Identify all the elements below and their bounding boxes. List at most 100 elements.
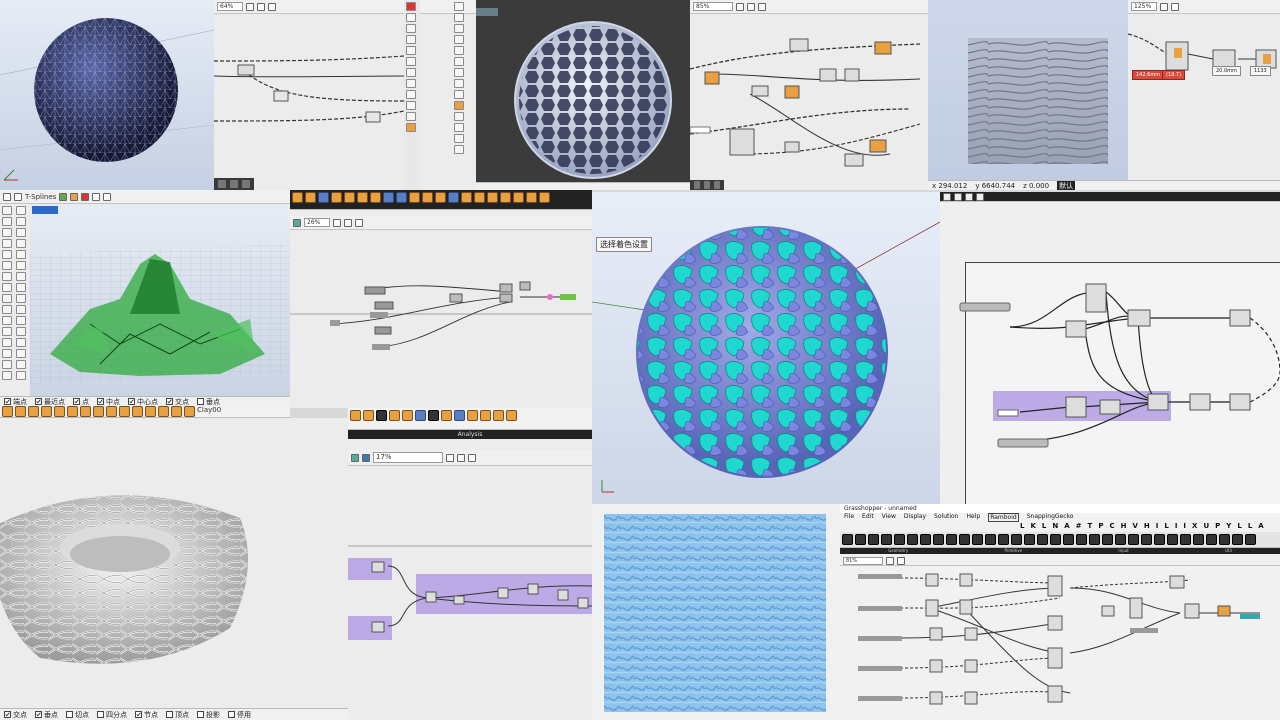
- menu-ramboid[interactable]: Ramboid: [988, 513, 1019, 522]
- pen-icon[interactable]: [268, 2, 276, 11]
- tab-letter[interactable]: Y: [1226, 522, 1231, 532]
- fit-icon[interactable]: [736, 2, 744, 11]
- osnap-near[interactable]: 最近点: [35, 397, 65, 407]
- tab-letter[interactable]: U: [1203, 522, 1209, 532]
- tab-letter[interactable]: N: [1052, 522, 1058, 532]
- menu-bar: File Edit View Display Solution Help Ram…: [840, 513, 1280, 522]
- component-ribbon: [840, 532, 1280, 548]
- viewport-label[interactable]: [32, 206, 58, 214]
- tab-letter[interactable]: X: [1192, 522, 1197, 532]
- osnap-tan[interactable]: 切点: [66, 710, 89, 720]
- collage: 64% 85% x 294.012 y 6640.744 z 0.000 默认 …: [0, 0, 1280, 720]
- grasshopper-canvas-midleft[interactable]: 26%: [290, 190, 592, 408]
- osnap-knot[interactable]: 节点: [135, 710, 158, 720]
- osnap-int[interactable]: 交点: [166, 397, 189, 407]
- tsplines-tab[interactable]: T-Splines: [25, 193, 56, 201]
- osnap-int[interactable]: 交点: [4, 710, 27, 720]
- zoom-field[interactable]: 81%: [843, 556, 883, 565]
- grasshopper-canvas-topmid[interactable]: 85%: [690, 0, 928, 190]
- fit-icon[interactable]: [246, 2, 254, 11]
- tab-letter[interactable]: L: [1020, 522, 1024, 532]
- zoom-field[interactable]: 125%: [1131, 2, 1157, 11]
- woven-bowl-viewport[interactable]: 交点 垂点 切点 四分点 节点 顶点 投影 停用: [0, 418, 348, 720]
- tab-letter[interactable]: L: [1248, 522, 1252, 532]
- tab-letter[interactable]: H: [1144, 522, 1150, 532]
- fit-icon[interactable]: [333, 218, 341, 227]
- osnap-disable[interactable]: 停用: [228, 710, 251, 720]
- grasshopper-canvas-topright[interactable]: 125% 142.6mm (19.7) 20.0mm 1133: [1128, 0, 1280, 190]
- tab-letter[interactable]: T: [1088, 522, 1093, 532]
- palette-icon[interactable]: [406, 2, 416, 11]
- tab-letter[interactable]: #: [1076, 522, 1082, 532]
- osnap-quad[interactable]: 四分点: [97, 710, 127, 720]
- osnap-perp[interactable]: 垂点: [35, 710, 58, 720]
- eye-icon[interactable]: [344, 218, 352, 227]
- zoom-field[interactable]: 26%: [304, 218, 330, 227]
- node-value-2: (19.7): [1162, 70, 1186, 80]
- tab-letter[interactable]: A: [1064, 522, 1069, 532]
- fit-icon[interactable]: [446, 453, 454, 462]
- tab-letter[interactable]: P: [1098, 522, 1103, 532]
- eye-icon[interactable]: [897, 556, 905, 565]
- zoom-field[interactable]: 64%: [217, 2, 243, 11]
- spiky-sphere-viewport[interactable]: 选择着色设置: [592, 192, 940, 504]
- osnap-center[interactable]: 中心点: [128, 397, 158, 407]
- lattice-sphere-viewport[interactable]: [0, 0, 214, 190]
- tab-letter[interactable]: H: [1121, 522, 1127, 532]
- blue-texture-render: [604, 514, 826, 712]
- eye-icon[interactable]: [747, 2, 755, 11]
- tab-letter[interactable]: L: [1164, 522, 1168, 532]
- y-coordinate: y 6640.744: [975, 181, 1016, 190]
- fit-icon[interactable]: [886, 556, 894, 565]
- menu-display[interactable]: Display: [904, 513, 926, 522]
- tab-letter[interactable]: L: [1042, 522, 1046, 532]
- eye-icon[interactable]: [1171, 2, 1179, 11]
- osnap-bar: 交点 垂点 切点 四分点 节点 顶点 投影 停用: [0, 708, 348, 720]
- clay-label[interactable]: Clay00: [197, 406, 221, 417]
- zoom-field[interactable]: 85%: [693, 2, 733, 11]
- osnap-mid[interactable]: 中点: [97, 397, 120, 407]
- eye-icon[interactable]: [257, 2, 265, 11]
- tab-letter[interactable]: L: [1237, 522, 1241, 532]
- osnap-end[interactable]: 端点: [4, 397, 27, 407]
- menu-file[interactable]: File: [844, 513, 854, 522]
- grasshopper-canvas-midright[interactable]: [940, 192, 1280, 504]
- grasshopper-window-bottomright[interactable]: Grasshopper - unnamed File Edit View Dis…: [840, 504, 1280, 720]
- pen-icon[interactable]: [758, 2, 766, 11]
- osnap-vertex[interactable]: 顶点: [166, 710, 189, 720]
- grasshopper-canvas-topleft[interactable]: 64%: [214, 0, 476, 190]
- tab-letter[interactable]: A: [1258, 522, 1263, 532]
- gh-wires: [290, 281, 592, 350]
- tab-letter[interactable]: I: [1175, 522, 1178, 532]
- tab-letter[interactable]: V: [1132, 522, 1137, 532]
- tab-letter[interactable]: K: [1030, 522, 1035, 532]
- grasshopper-canvas-bottommid[interactable]: Analysis 17%: [348, 408, 592, 720]
- gh-toolbar: 17%: [348, 450, 592, 466]
- voronoi-dome-viewport[interactable]: [476, 0, 690, 190]
- wave-surface-viewport[interactable]: x 294.012 y 6640.744 z 0.000 默认: [928, 0, 1128, 190]
- osnap-perp[interactable]: 垂点: [197, 397, 220, 407]
- menu-help[interactable]: Help: [967, 513, 981, 522]
- viewport-3d[interactable]: [30, 204, 290, 404]
- tab-letter[interactable]: I: [1183, 522, 1186, 532]
- gh-ribbon: [290, 190, 592, 210]
- pen-icon[interactable]: [355, 218, 363, 227]
- osnap-project[interactable]: 投影: [197, 710, 220, 720]
- menu-view[interactable]: View: [882, 513, 896, 522]
- pen-icon[interactable]: [468, 453, 476, 462]
- menu-snappinggecko[interactable]: SnappingGecko: [1027, 513, 1074, 522]
- zoom-field[interactable]: 17%: [373, 452, 443, 463]
- layer-label[interactable]: 默认: [1057, 180, 1076, 190]
- dome-statusbar: [476, 182, 690, 190]
- rhino-tsplines-viewport[interactable]: T-Splines 端点 最近点 点 中点 中心点 交点 垂点 Clay00: [0, 190, 290, 418]
- menu-edit[interactable]: Edit: [862, 513, 874, 522]
- tab-letter[interactable]: P: [1215, 522, 1220, 532]
- fit-icon[interactable]: [1160, 2, 1168, 11]
- osnap-point[interactable]: 点: [73, 397, 89, 407]
- tab-letter[interactable]: I: [1156, 522, 1159, 532]
- gh-wires: [214, 55, 404, 123]
- tab-letter[interactable]: C: [1109, 522, 1114, 532]
- menu-solution[interactable]: Solution: [934, 513, 958, 522]
- blue-texture-viewport[interactable]: [592, 504, 840, 720]
- eye-icon[interactable]: [457, 453, 465, 462]
